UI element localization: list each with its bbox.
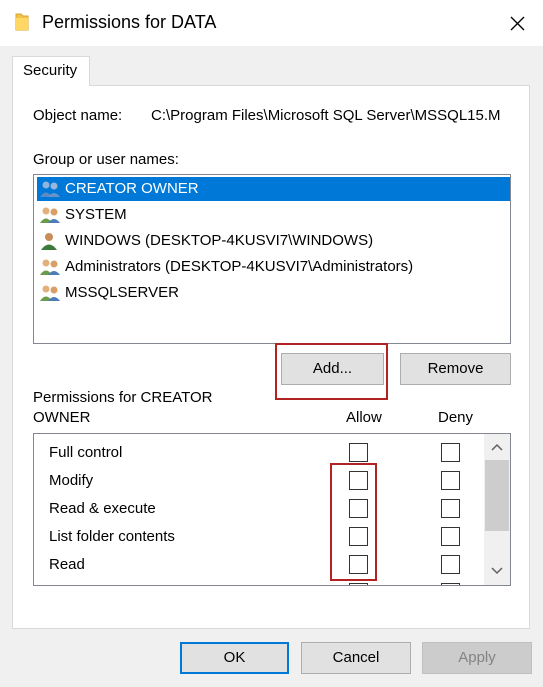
allow-column-header: Allow xyxy=(346,409,382,426)
permissions-label-line2: OWNER xyxy=(33,409,91,426)
object-name-label: Object name: xyxy=(33,107,123,124)
permission-name: Full control xyxy=(49,444,123,461)
user-item-label: WINDOWS (DESKTOP-4KUSVI7\WINDOWS) xyxy=(65,232,374,249)
cancel-button-label: Cancel xyxy=(332,649,380,666)
permission-name: Modify xyxy=(49,472,94,489)
user-group-icon xyxy=(39,258,61,276)
add-button[interactable]: Add... xyxy=(281,353,384,385)
user-item-administrators[interactable]: Administrators (DESKTOP-4KUSVI7\Administ… xyxy=(37,255,510,279)
permission-name: List folder contents xyxy=(49,528,175,545)
apply-button[interactable]: Apply xyxy=(422,642,532,674)
close-icon xyxy=(510,16,525,31)
tab-security-label: Security xyxy=(23,62,78,79)
user-item-system[interactable]: SYSTEM xyxy=(37,203,510,227)
remove-button-label: Remove xyxy=(427,360,484,377)
user-icon xyxy=(39,232,61,250)
deny-checkbox-list-folder-contents[interactable] xyxy=(441,527,460,546)
permission-row-read-execute: Read & execute xyxy=(49,497,489,525)
scroll-up-arrow-icon[interactable] xyxy=(487,436,507,458)
folder-icon xyxy=(15,12,29,32)
user-item-creator-owner[interactable]: CREATOR OWNER xyxy=(37,177,510,201)
ok-button[interactable]: OK xyxy=(180,642,289,674)
deny-column-header: Deny xyxy=(438,409,474,426)
permission-row-read: Read xyxy=(49,553,489,581)
allow-checkbox-full-control[interactable] xyxy=(349,443,368,462)
allow-checkbox-next[interactable] xyxy=(349,583,368,585)
close-button[interactable] xyxy=(498,8,536,38)
cancel-button[interactable]: Cancel xyxy=(301,642,411,674)
permissions-list: Full control Modify Read & execute List … xyxy=(33,433,511,586)
deny-checkbox-read-execute[interactable] xyxy=(441,499,460,518)
permission-row-modify: Modify xyxy=(49,469,489,497)
object-name-value: C:\Program Files\Microsoft SQL Server\MS… xyxy=(151,107,501,124)
permission-name: Read & execute xyxy=(49,500,156,517)
scrollbar-thumb[interactable] xyxy=(485,460,509,531)
user-item-label: MSSQLSERVER xyxy=(65,284,179,301)
remove-button[interactable]: Remove xyxy=(400,353,511,385)
permission-name: Read xyxy=(49,556,85,573)
deny-checkbox-modify[interactable] xyxy=(441,471,460,490)
window-title: Permissions for DATA xyxy=(42,12,217,32)
user-group-icon xyxy=(39,284,61,302)
deny-checkbox-read[interactable] xyxy=(441,555,460,574)
user-item-label: SYSTEM xyxy=(65,206,127,223)
deny-checkbox-next[interactable] xyxy=(441,583,460,585)
user-item-label: CREATOR OWNER xyxy=(65,180,199,197)
user-list[interactable]: CREATOR OWNER SYSTEM WINDOWS (DESKTOP-4K… xyxy=(33,174,511,344)
permission-row-list-folder-contents: List folder contents xyxy=(49,525,489,553)
permission-row-partial xyxy=(49,581,489,585)
group-user-names-label: Group or user names: xyxy=(33,151,179,168)
tab-security[interactable]: Security xyxy=(12,56,90,86)
user-item-label: Administrators (DESKTOP-4KUSVI7\Administ… xyxy=(65,258,414,275)
deny-checkbox-full-control[interactable] xyxy=(441,443,460,462)
apply-button-label: Apply xyxy=(458,649,496,666)
ok-button-label: OK xyxy=(223,649,246,666)
user-group-icon xyxy=(39,206,61,224)
permission-row-full-control: Full control xyxy=(49,441,489,469)
user-group-icon xyxy=(39,180,61,198)
permissions-label-line1: Permissions for CREATOR xyxy=(33,389,213,406)
add-button-label: Add... xyxy=(312,360,353,377)
scroll-down-arrow-icon[interactable] xyxy=(487,560,507,582)
user-item-windows[interactable]: WINDOWS (DESKTOP-4KUSVI7\WINDOWS) xyxy=(37,229,510,253)
user-item-mssqlserver[interactable]: MSSQLSERVER xyxy=(37,281,510,305)
allow-checkboxes-annotation xyxy=(330,463,377,581)
